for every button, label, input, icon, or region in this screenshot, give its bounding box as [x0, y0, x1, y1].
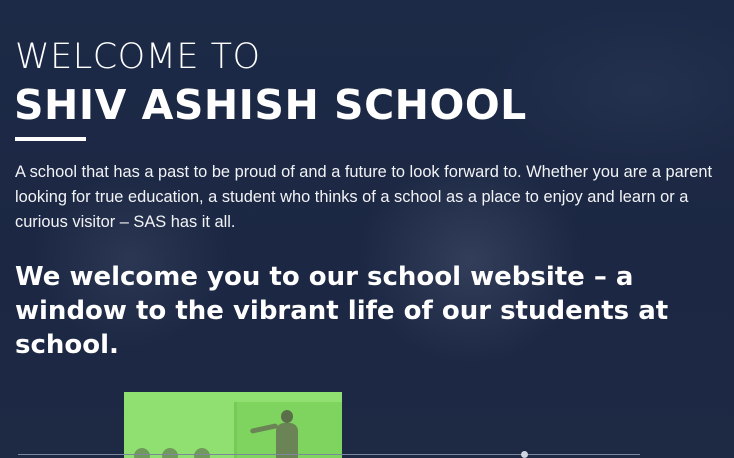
slider-indicator-dot[interactable] — [521, 451, 528, 458]
students-figure — [124, 444, 234, 458]
welcome-heading: WELCOME TO — [15, 37, 261, 77]
title-underline — [15, 137, 86, 141]
hero-section: WELCOME TO SHIV ASHISH SCHOOL A school t… — [0, 0, 734, 458]
classroom-thumbnail[interactable] — [124, 392, 342, 458]
teacher-figure — [249, 410, 302, 458]
intro-paragraph: A school that has a past to be proud of … — [15, 163, 713, 231]
section-divider — [18, 454, 640, 455]
school-name-heading: SHIV ASHISH SCHOOL — [14, 81, 527, 129]
welcome-tagline: We welcome you to our school website – a… — [15, 262, 669, 360]
